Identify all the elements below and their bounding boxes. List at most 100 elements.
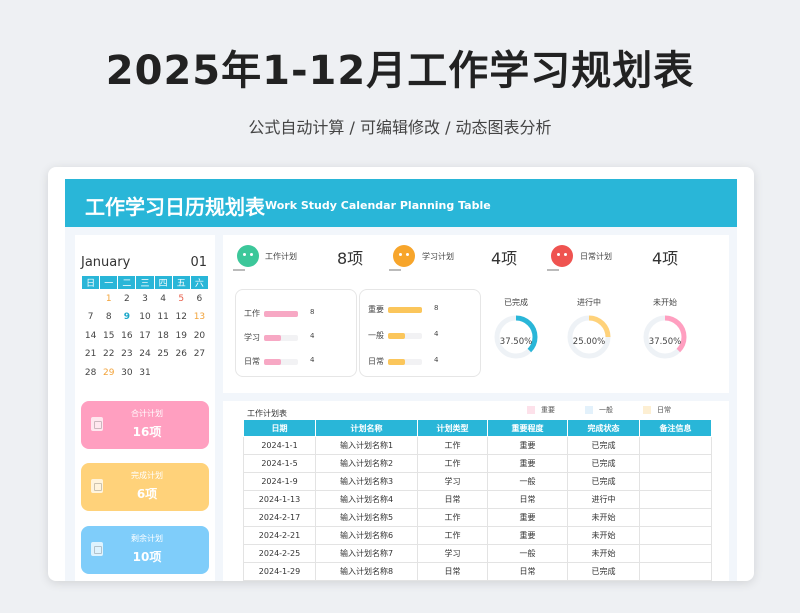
table-cell[interactable]: 输入计划名称5 [315, 508, 418, 527]
table-cell[interactable]: 已完成 [567, 562, 640, 581]
calendar-day[interactable] [82, 290, 100, 309]
table-cell[interactable]: 2024-1-1 [243, 436, 316, 455]
calendar-day[interactable]: 9 [118, 308, 136, 327]
table-cell[interactable]: 学习 [417, 472, 488, 491]
calendar-day[interactable]: 23 [118, 345, 136, 364]
table-cell[interactable] [639, 562, 712, 581]
column-header: 备注信息 [639, 419, 712, 437]
calendar-day[interactable]: 29 [100, 364, 118, 383]
table-cell[interactable] [639, 472, 712, 491]
table-cell[interactable]: 重要 [487, 436, 568, 455]
table-cell[interactable]: 进行中 [567, 490, 640, 509]
table-cell[interactable]: 已完成 [567, 472, 640, 491]
table-cell[interactable]: 工作 [417, 508, 488, 527]
table-cell[interactable] [639, 454, 712, 473]
table-cell[interactable] [639, 526, 712, 545]
table-row[interactable]: 2024-1-9 输入计划名称3 学习 一般 已完成 [243, 472, 712, 491]
table-cell[interactable]: 2024-1-9 [243, 472, 316, 491]
calendar-day[interactable]: 22 [100, 345, 118, 364]
calendar-day[interactable]: 21 [82, 345, 100, 364]
table-cell[interactable]: 已完成 [567, 436, 640, 455]
calendar-day[interactable]: 28 [82, 364, 100, 383]
table-cell[interactable]: 输入计划名称1 [315, 436, 418, 455]
table-cell[interactable]: 日常 [417, 562, 488, 581]
table-cell[interactable]: 2024-2-25 [243, 544, 316, 563]
table-row[interactable]: 2024-1-29 输入计划名称8 日常 日常 已完成 [243, 562, 712, 581]
calendar-day[interactable]: 26 [172, 345, 190, 364]
column-header: 计划类型 [417, 419, 488, 437]
calendar-day[interactable]: 17 [136, 327, 154, 346]
table-cell[interactable] [639, 490, 712, 509]
table-cell[interactable]: 2024-1-13 [243, 490, 316, 509]
table-row[interactable]: 2024-1-5 输入计划名称2 工作 重要 已完成 [243, 454, 712, 473]
planner-sheet: 工作学习日历规划表 Work Study Calendar Planning T… [65, 179, 737, 581]
table-cell[interactable]: 未开始 [567, 526, 640, 545]
table-cell[interactable]: 日常 [487, 490, 568, 509]
calendar-day[interactable] [154, 364, 172, 383]
table-cell[interactable]: 一般 [487, 472, 568, 491]
calendar-day[interactable]: 11 [154, 308, 172, 327]
calendar-day[interactable]: 18 [154, 327, 172, 346]
calendar-day[interactable]: 12 [172, 308, 190, 327]
calendar-day[interactable]: 16 [118, 327, 136, 346]
calendar-day[interactable]: 24 [136, 345, 154, 364]
table-row[interactable]: 2024-1-13 输入计划名称4 日常 日常 进行中 [243, 490, 712, 509]
table-cell[interactable]: 已完成 [567, 454, 640, 473]
table-cell[interactable]: 2024-1-29 [243, 562, 316, 581]
table-row[interactable]: 2024-2-25 输入计划名称7 学习 一般 未开始 [243, 544, 712, 563]
table-cell[interactable]: 输入计划名称2 [315, 454, 418, 473]
table-row[interactable]: 2024-1-1 输入计划名称1 工作 重要 已完成 [243, 436, 712, 455]
calendar-day[interactable]: 13 [190, 308, 208, 327]
calendar-day[interactable]: 27 [190, 345, 208, 364]
bar-label: 一般 [368, 331, 384, 340]
table-row[interactable]: 2024-2-17 输入计划名称5 工作 重要 未开始 [243, 508, 712, 527]
table-cell[interactable] [639, 508, 712, 527]
calendar-day[interactable]: 20 [190, 327, 208, 346]
table-cell[interactable]: 2024-2-21 [243, 526, 316, 545]
table-cell[interactable]: 重要 [487, 526, 568, 545]
calendar-day[interactable]: 10 [136, 308, 154, 327]
calendar-day[interactable]: 1 [100, 290, 118, 309]
weekday-header: 一 [99, 275, 119, 290]
legend-important: 重要 [527, 405, 555, 415]
table-cell[interactable]: 工作 [417, 526, 488, 545]
calendar-day[interactable]: 25 [154, 345, 172, 364]
bar-label: 日常 [244, 357, 260, 366]
calendar-day[interactable]: 4 [154, 290, 172, 309]
calendar-day[interactable]: 19 [172, 327, 190, 346]
table-cell[interactable]: 输入计划名称7 [315, 544, 418, 563]
table-cell[interactable]: 工作 [417, 454, 488, 473]
table-row[interactable]: 2024-2-21 输入计划名称6 工作 重要 未开始 [243, 526, 712, 545]
table-cell[interactable]: 学习 [417, 544, 488, 563]
calendar-day[interactable]: 14 [82, 327, 100, 346]
table-cell[interactable]: 未开始 [567, 508, 640, 527]
table-cell[interactable]: 日常 [487, 562, 568, 581]
table-cell[interactable]: 输入计划名称8 [315, 562, 418, 581]
table-cell[interactable] [639, 436, 712, 455]
table-cell[interactable]: 2024-1-5 [243, 454, 316, 473]
calendar-day[interactable]: 3 [136, 290, 154, 309]
table-cell[interactable]: 输入计划名称3 [315, 472, 418, 491]
calendar-day[interactable]: 31 [136, 364, 154, 383]
table-cell[interactable] [639, 544, 712, 563]
table-cell[interactable]: 2024-2-17 [243, 508, 316, 527]
calendar-day[interactable]: 5 [172, 290, 190, 309]
calendar-day[interactable]: 6 [190, 290, 208, 309]
table-cell[interactable]: 输入计划名称6 [315, 526, 418, 545]
calendar-day[interactable] [172, 364, 190, 383]
table-cell[interactable]: 日常 [417, 490, 488, 509]
calendar-day[interactable]: 30 [118, 364, 136, 383]
calendar-day[interactable]: 2 [118, 290, 136, 309]
table-cell[interactable]: 未开始 [567, 544, 640, 563]
column-header: 日期 [243, 419, 316, 437]
calendar-day[interactable]: 15 [100, 327, 118, 346]
table-cell[interactable]: 工作 [417, 436, 488, 455]
calendar-day[interactable]: 8 [100, 308, 118, 327]
calendar-day[interactable]: 7 [82, 308, 100, 327]
table-cell[interactable]: 一般 [487, 544, 568, 563]
table-cell[interactable]: 重要 [487, 454, 568, 473]
donut-value: 25.00% [572, 337, 606, 347]
table-cell[interactable]: 输入计划名称4 [315, 490, 418, 509]
table-cell[interactable]: 重要 [487, 508, 568, 527]
calendar-day[interactable] [190, 364, 208, 383]
